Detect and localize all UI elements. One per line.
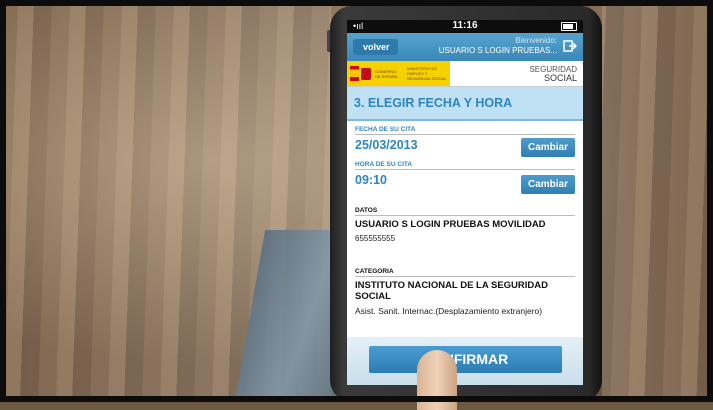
frame-border-bottom [0,396,713,402]
categoria-name: INSTITUTO NACIONAL DE LA SEGURIDAD SOCIA… [355,280,548,302]
hora-row: 09:10 Cambiar [355,170,575,196]
datos-label: DATOS [355,202,575,216]
status-time: 11:16 [452,20,478,31]
gov-logo-block: GOBIERNO DE ESPAÑA MINISTERIO DE EMPLEO … [347,61,450,86]
government-banner: GOBIERNO DE ESPAÑA MINISTERIO DE EMPLEO … [347,61,583,87]
step-title: 3. ELEGIR FECHA Y HORA [347,87,583,121]
crest-icon [361,67,371,80]
frame-border-left [0,0,6,402]
greeting-label: Bienvenido: [515,36,557,45]
confirm-button[interactable]: CONFIRMAR [369,346,562,373]
battery-icon [561,22,577,31]
hora-value: 09:10 [355,173,387,187]
user-name: USUARIO S LOGIN PRUEBAS... [438,46,557,55]
user-phone: 655555555 [355,234,396,243]
categoria-label: CATEGORIA [355,263,575,277]
hora-label: HORA DE SU CITA [355,161,575,170]
back-button[interactable]: volver [353,39,398,55]
ss-line2: SOCIAL [543,73,577,83]
greeting: Bienvenido: USUARIO S LOGIN PRUEBAS... [439,36,557,56]
appointment-form: FECHA DE SU CITA 25/03/2013 Cambiar HORA… [347,121,583,316]
spain-flag-icon [350,66,359,81]
fecha-value: 25/03/2013 [355,138,418,152]
app-navbar: volver Bienvenido: USUARIO S LOGIN PRUEB… [347,33,583,61]
categoria-detail: Asist. Sanit. Internac.(Desplazamiento e… [355,306,543,316]
phone-screen: •ııl 11:16 volver Bienvenido: USUARIO S … [347,20,583,385]
gov-text: GOBIERNO DE ESPAÑA [375,68,398,79]
ministry-text: MINISTERIO DE EMPLEO Y SEGURIDAD SOCIAL [407,66,447,81]
glass-panel-right [602,6,707,396]
fecha-row: 25/03/2013 Cambiar [355,135,575,161]
status-bar: •ııl 11:16 [347,20,583,33]
seguridad-social-logo: SEGURIDAD SOCIAL [450,61,583,86]
frame-border-right [707,0,713,402]
user-full-name: USUARIO S LOGIN PRUEBAS MOVILIDAD [355,219,546,230]
logout-icon[interactable] [563,39,577,53]
fecha-label: FECHA DE SU CITA [355,121,575,135]
change-time-button[interactable]: Cambiar [521,175,575,194]
footer-bar: CONFIRMAR [347,337,583,385]
change-date-button[interactable]: Cambiar [521,138,575,157]
frame-border-top [0,0,713,6]
